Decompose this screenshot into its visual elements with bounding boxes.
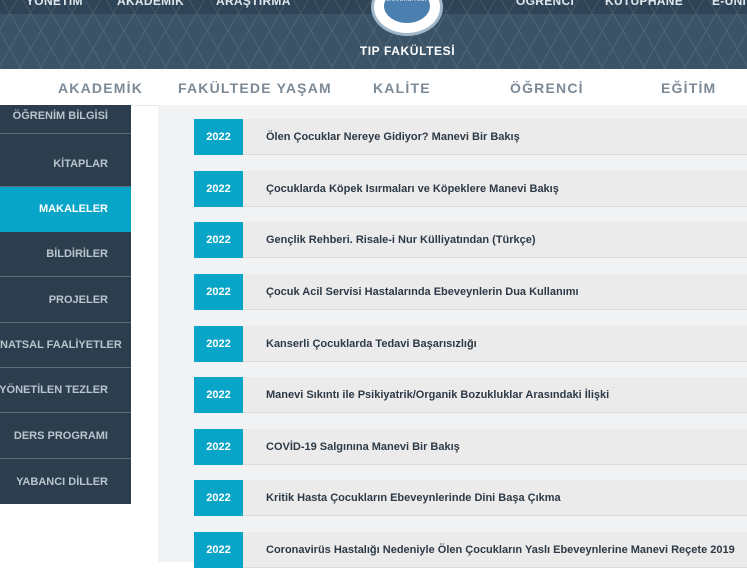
sidebar-item-label: DERS PROGRAMI [13, 429, 108, 442]
year-badge: 2022 [194, 532, 243, 568]
year-badge: 2022 [194, 480, 243, 516]
site-header: YÖNETİM AKADEMİK ARAŞTIRMA ÖĞRENCİ KÜTÜP… [0, 0, 747, 69]
year-badge: 2022 [194, 119, 243, 155]
article-title[interactable]: Manevi Sıkıntı ile Psikiyatrik/Organik B… [266, 377, 609, 413]
list-item[interactable]: 2022 Kritik Hasta Çocukların Ebeveynleri… [194, 480, 747, 516]
sidebar-item-ders-programi[interactable]: DERS PROGRAMI [0, 413, 131, 459]
year-badge: 2022 [194, 171, 243, 207]
list-item[interactable]: 2022 Çocuk Acil Servisi Hastalarında Ebe… [194, 274, 747, 310]
top-nav-ogrenci[interactable]: ÖĞRENCİ [516, 0, 574, 10]
sidebar-item-label: KİTAPLAR [53, 158, 108, 170]
year-badge: 2022 [194, 274, 243, 310]
sidebar-item-yabanci-diller[interactable]: YABANCI DİLLER [0, 459, 131, 504]
article-title[interactable]: COVİD-19 Salgınına Manevi Bir Bakış [266, 429, 460, 465]
list-item[interactable]: 2022 Çocuklarda Köpek Isırmaları ve Köpe… [194, 171, 747, 207]
sidebar-item-projeler[interactable]: PROJELER [0, 277, 131, 323]
top-nav-akademik[interactable]: AKADEMİK [117, 0, 184, 10]
sidebar-item-label: MAKALELER [38, 203, 108, 215]
year-badge: 2022 [194, 222, 243, 258]
nav-fakultede-yasam[interactable]: FAKÜLTEDE YAŞAM [178, 80, 332, 96]
list-item[interactable]: 2022 Coronavirüs Hastalığı Nedeniyle Öle… [194, 532, 747, 568]
article-title[interactable]: Kanserli Çocuklarda Tedavi Başarısızlığı [266, 326, 477, 362]
year-badge: 2022 [194, 377, 243, 413]
article-title[interactable]: Kritik Hasta Çocukların Ebeveynlerinde D… [266, 480, 561, 516]
faculty-title: TIP FAKÜLTESİ [359, 44, 456, 58]
list-item[interactable]: 2022 Kanserli Çocuklarda Tedavi Başarısı… [194, 326, 747, 362]
sidebar-item-label: BİLDİRİLER [46, 248, 108, 260]
sidebar-item-label: YABANCI DİLLER [16, 475, 108, 488]
nav-akademik[interactable]: AKADEMİK [58, 80, 143, 96]
list-item[interactable]: 2022 Gençlik Rehberi. Risale-i Nur Külli… [194, 222, 747, 258]
top-nav-arastirma[interactable]: ARAŞTIRMA [216, 0, 291, 10]
logo-text: ÜNİVERSİTESİ [386, 0, 427, 3]
article-title[interactable]: Ölen Çocuklar Nereye Gidiyor? Manevi Bir… [266, 119, 520, 155]
year-badge: 2022 [194, 429, 243, 465]
nav-ogrenci[interactable]: ÖĞRENCİ [510, 80, 584, 96]
list-item[interactable]: 2022 Manevi Sıkıntı ile Psikiyatrik/Orga… [194, 377, 747, 413]
article-title[interactable]: Çocuk Acil Servisi Hastalarında Ebeveynl… [266, 274, 579, 310]
sidebar-item-label: YÖNETİLEN TEZLER [0, 384, 108, 396]
year-badge: 2022 [194, 326, 243, 362]
article-title[interactable]: Coronavirüs Hastalığı Nedeniyle Ölen Çoc… [266, 532, 735, 568]
sidebar-item-kitaplar[interactable]: KİTAPLAR [0, 142, 131, 187]
articles-list: 2022 Ölen Çocuklar Nereye Gidiyor? Manev… [158, 105, 747, 568]
sidebar-item-label: PROJELER [48, 293, 108, 306]
sidebar-item-ogrenim-bilgisi[interactable]: ÖĞRENİM BİLGİSİ [0, 98, 131, 134]
top-nav-yonetim[interactable]: YÖNETİM [26, 0, 83, 10]
sidebar-item-makaleler[interactable]: MAKALELER [0, 187, 131, 232]
sidebar: ÖĞRENİM BİLGİSİ KİTAPLAR MAKALELER BİLDİ… [0, 105, 131, 504]
sidebar-item-label: ÖĞRENİM BİLGİSİ [12, 109, 108, 122]
sidebar-item-bildiriler[interactable]: BİLDİRİLER [0, 232, 131, 277]
sidebar-item-label: NATSAL FAALİYETLER [0, 339, 122, 351]
nav-kalite[interactable]: KALİTE [373, 80, 431, 96]
top-nav-kutuphane[interactable]: KÜTÜPHANE [605, 0, 683, 10]
sidebar-item-sanatsal-faaliyetler[interactable]: NATSAL FAALİYETLER [0, 323, 131, 368]
top-nav-e-uni[interactable]: E-ÜNİ [712, 0, 746, 10]
article-title[interactable]: Çocuklarda Köpek Isırmaları ve Köpeklere… [266, 171, 559, 207]
article-title[interactable]: Gençlik Rehberi. Risale-i Nur Külliyatın… [266, 222, 536, 258]
sidebar-item-yonetilen-tezler[interactable]: YÖNETİLEN TEZLER [0, 368, 131, 413]
list-item[interactable]: 2022 Ölen Çocuklar Nereye Gidiyor? Manev… [194, 119, 747, 155]
list-item[interactable]: 2022 COVİD-19 Salgınına Manevi Bir Bakış [194, 429, 747, 465]
nav-egitim[interactable]: EĞİTİM [661, 80, 716, 96]
